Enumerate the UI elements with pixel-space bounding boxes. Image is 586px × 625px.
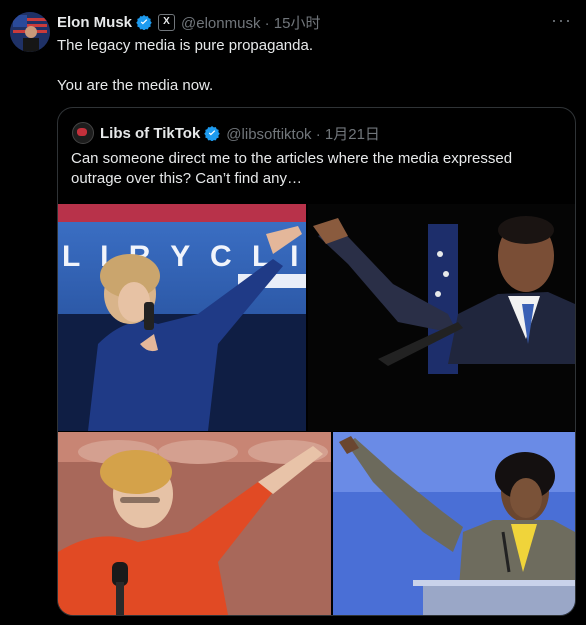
- author-name[interactable]: Elon Musk: [57, 14, 132, 31]
- tweet-header: Elon Musk X @elonmusk · 15小时: [57, 11, 320, 33]
- tweet-text-line-1: The legacy media is pure propaganda.: [57, 37, 313, 54]
- affiliate-x-icon: X: [158, 13, 176, 31]
- quoted-avatar[interactable]: [72, 122, 94, 144]
- quoted-header: Libs of TikTok @libsoftiktok · 1月21日: [72, 122, 380, 144]
- handle-time[interactable]: @elonmusk · 15小时: [181, 12, 320, 33]
- photo-top-right-image: [308, 204, 575, 431]
- quoted-tweet[interactable]: Libs of TikTok @libsoftiktok · 1月21日 Can…: [57, 107, 576, 616]
- media-grid: L I R Y C L I: [58, 204, 575, 615]
- photo-bottom-left-image: [58, 432, 331, 615]
- photo-bottom-left[interactable]: [58, 432, 331, 615]
- avatar-image: [10, 12, 50, 52]
- verified-badge-icon: [136, 15, 152, 30]
- more-options-icon[interactable]: ···: [551, 10, 572, 31]
- quoted-author-name[interactable]: Libs of TikTok: [100, 125, 200, 142]
- photo-top-right[interactable]: [308, 204, 575, 431]
- verified-badge-icon: [204, 126, 221, 141]
- quoted-text: Can someone direct me to the articles wh…: [71, 150, 513, 187]
- tweet-text-line-2: You are the media now.: [57, 77, 214, 94]
- photo-top-left[interactable]: L I R Y C L I: [58, 204, 306, 431]
- quoted-handle-time[interactable]: @libsoftiktok · 1月21日: [226, 123, 380, 144]
- photo-bottom-right-image: [333, 432, 575, 615]
- avatar[interactable]: [10, 12, 50, 52]
- photo-bottom-right[interactable]: [333, 432, 575, 615]
- photo-top-left-image: L I R Y C L I: [58, 204, 306, 431]
